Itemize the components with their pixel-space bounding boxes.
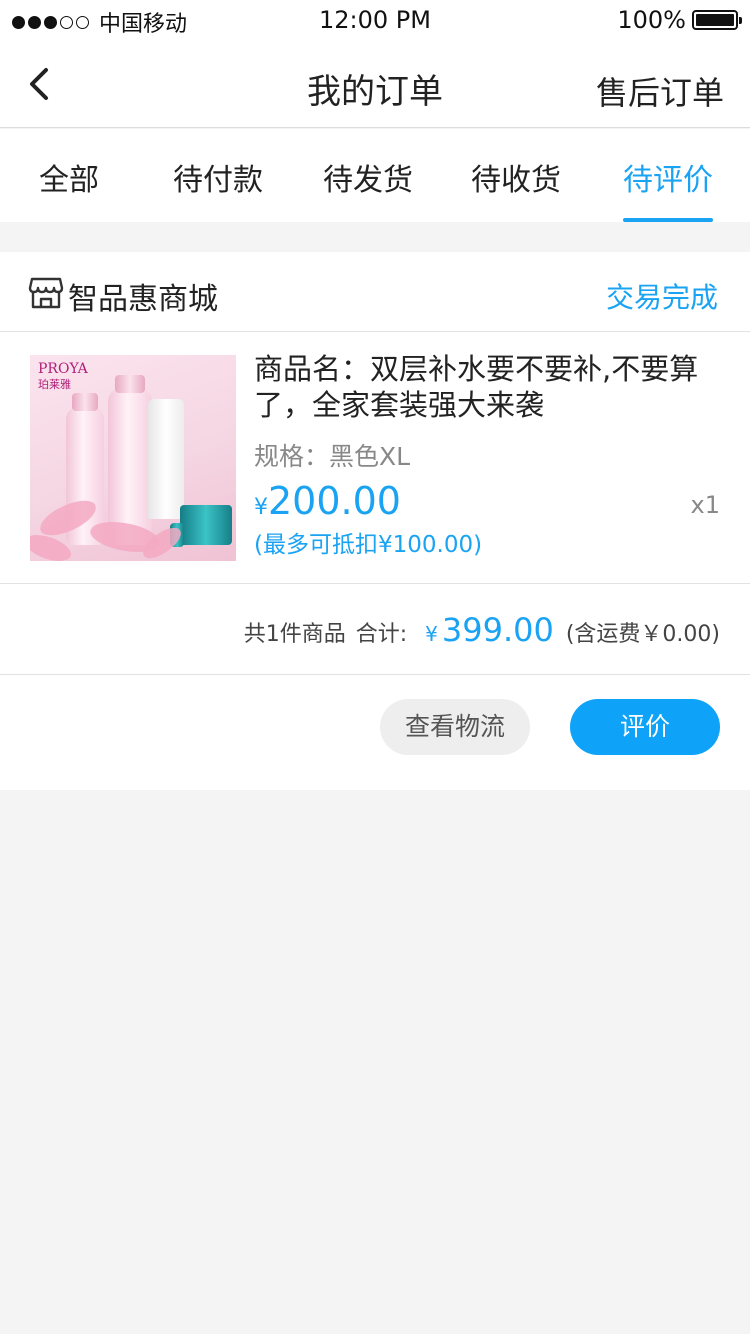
tab-label: 待评价 (623, 163, 713, 198)
store-icon (28, 277, 64, 309)
tab-pending-payment[interactable]: 待付款 (143, 129, 293, 222)
chevron-left-icon (30, 68, 48, 100)
tab-label: 全部 (39, 163, 99, 198)
order-summary: 共1件商品 合计: ¥ 399.00 (含运费￥0.00) (0, 585, 750, 675)
shop-header[interactable]: 智品惠商城 交易完成 (0, 252, 750, 332)
battery-icon (692, 10, 742, 30)
total-label: 合计: (355, 622, 408, 647)
price-value: 200.00 (268, 479, 401, 523)
deduction-note: (最多可抵扣¥100.00) (254, 532, 483, 558)
product-image[interactable]: PROYA 珀莱雅 (30, 355, 236, 561)
tab-all[interactable]: 全部 (0, 129, 138, 222)
summary-line: 共1件商品 合计: ¥ 399.00 (含运费￥0.00) (244, 611, 720, 649)
battery-percent: 100% (617, 6, 686, 34)
order-item[interactable]: PROYA 珀莱雅 商品名：双层补水要不要补,不要算了，全家套装强大来袭 规格：… (0, 333, 750, 584)
after-sale-orders-link[interactable]: 售后订单 (596, 68, 724, 114)
product-spec: 规格：黑色XL (254, 442, 411, 471)
tab-label: 待收货 (471, 163, 561, 198)
order-card: 智品惠商城 交易完成 PROYA 珀莱雅 商品名：双层补水要不要补,不要算了，全… (0, 252, 750, 790)
nav-bar: 我的订单 售后订单 (0, 40, 750, 128)
tab-pending-shipment[interactable]: 待发货 (293, 129, 443, 222)
tab-pending-review[interactable]: 待评价 (591, 129, 745, 222)
product-name: 商品名：双层补水要不要补,不要算了，全家套装强大来袭 (254, 352, 699, 422)
shop-name[interactable]: 智品惠商城 (68, 274, 218, 318)
view-logistics-button[interactable]: 查看物流 (380, 699, 530, 755)
status-bar: 中国移动 12:00 PM 100% (0, 0, 750, 40)
review-button[interactable]: 评价 (570, 699, 720, 755)
active-tab-indicator (623, 218, 713, 222)
product-image-brand: PROYA 珀莱雅 (38, 361, 88, 391)
product-price: ¥200.00 (254, 479, 401, 523)
shipping-fee: (含运费￥0.00) (565, 622, 720, 647)
tab-pending-receipt[interactable]: 待收货 (441, 129, 591, 222)
item-count: 共1件商品 (243, 622, 346, 647)
order-status: 交易完成 (605, 281, 718, 314)
order-tabs: 全部 待付款 待发货 待收货 待评价 (0, 129, 750, 222)
battery-status: 100% (617, 6, 742, 34)
currency-symbol: ¥ (254, 495, 268, 520)
product-quantity: x1 (690, 491, 720, 519)
total-amount: 399.00 (441, 611, 554, 649)
total-currency-symbol: ¥ (425, 622, 438, 646)
tab-label: 待发货 (323, 163, 413, 198)
back-button[interactable] (22, 62, 62, 106)
tab-label: 待付款 (173, 163, 263, 198)
order-actions: 查看物流 评价 (0, 676, 750, 790)
